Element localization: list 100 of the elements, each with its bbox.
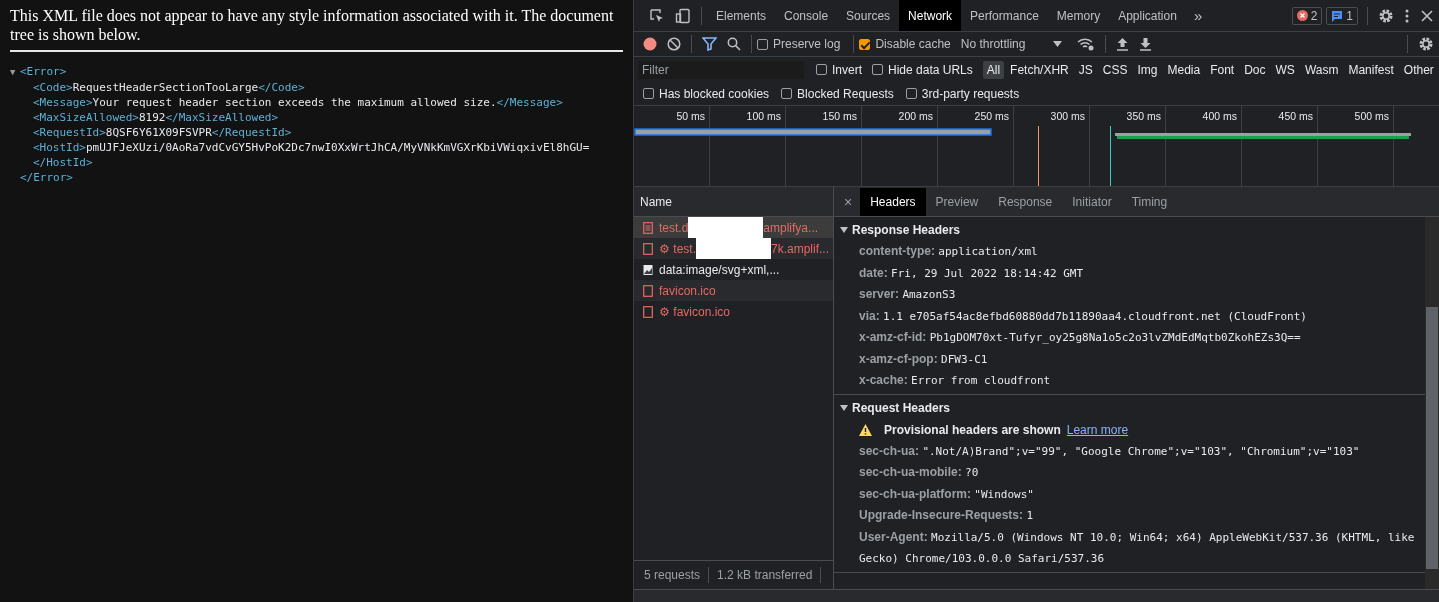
hide-data-urls-checkbox[interactable]: Hide data URLs [872, 62, 973, 77]
section-header[interactable]: Response Headers [834, 219, 1425, 241]
type-filter-button[interactable]: Img [1133, 60, 1162, 79]
xml-element-line: <MaxSizeAllowed>8192</MaxSizeAllowed> [32, 110, 280, 125]
image-icon [643, 263, 653, 276]
preserve-log-checkbox[interactable]: Preserve log [757, 37, 841, 51]
type-filter-button[interactable]: Media [1163, 60, 1205, 79]
request-name: amplifya... [763, 220, 819, 235]
type-filter-button[interactable]: Manifest [1344, 60, 1398, 79]
request-name: 7k.amplif... [771, 241, 830, 256]
request-name: ⚙ favicon.ico [659, 304, 731, 319]
header-row-text: User-Agent: Mozilla/5.0 (Windows NT 10.0; Win64; x64) AppleWebKit/537.36 (KHTML, like Gecko) Chrome/103.0.0.0 Safari/537.36 [858, 528, 1416, 567]
request-name: data:image/svg+xml,... [659, 262, 780, 277]
collapse-toggle[interactable]: ▼ [10, 65, 20, 80]
header-row-text: Upgrade-Insecure-Requests: 1 [858, 507, 1034, 524]
xml-tag: </Error> [20, 171, 73, 184]
inspect-icon[interactable] [649, 7, 665, 24]
detail-tab[interactable]: Preview [925, 187, 989, 216]
type-filter-button[interactable]: Font [1206, 60, 1239, 79]
upload-icon[interactable] [1116, 37, 1130, 51]
type-filter-button[interactable]: WS [1271, 60, 1299, 79]
device-toolbar-icon[interactable] [675, 7, 691, 24]
header-row-text: sec-ch-ua-mobile: ?0 [858, 464, 980, 481]
filter-field[interactable]: Filter [638, 60, 804, 79]
type-filter-button[interactable]: Doc [1240, 60, 1270, 79]
error-icon [1296, 10, 1308, 21]
devtools-tab[interactable]: Elements [707, 0, 776, 31]
transferred-size: 1.2 kB transferred [717, 568, 813, 582]
devtools-tab[interactable]: Performance [961, 0, 1048, 31]
detail-tab[interactable]: Response [988, 187, 1063, 216]
disable-cache-checkbox[interactable]: Disable cache [859, 37, 951, 51]
settings-icon[interactable] [1418, 36, 1434, 52]
type-filter-button[interactable]: Fetch/XHR [1006, 60, 1073, 79]
header-row-text: x-amz-cf-pop: DFW3-C1 [858, 350, 989, 368]
devtools-tab[interactable]: Network [899, 0, 962, 31]
section-title: Response Headers [852, 223, 961, 237]
xml-style-notice: This XML file does not appear to have any style information associated with it. The document tree is shown below. [10, 6, 615, 44]
header-row-text: via: 1.1 e705af54ac8efbd60880dd7b11890aa4.cloudfront.net (CloudFront) [858, 307, 1308, 325]
filter-option-checkbox[interactable]: 3rd-party requests [905, 86, 1020, 101]
request-name: favicon.ico [659, 283, 716, 298]
type-filter-button[interactable]: Wasm [1300, 60, 1343, 79]
request-count: 5 requests [644, 568, 701, 582]
xml-element-line: <Message>Your request header section exceeds the maximum allowed size.</Message> [32, 95, 564, 110]
detail-tab[interactable]: Initiator [1062, 187, 1122, 216]
settings-icon[interactable] [1378, 7, 1394, 24]
xml-element-line: <Code>RequestHeaderSectionTooLarge</Code> [32, 80, 306, 95]
type-filter-button[interactable]: CSS [1098, 60, 1132, 79]
xml-tag: </HostId> [33, 156, 93, 169]
devtools-tab[interactable]: Application [1109, 0, 1186, 31]
warning-icon [859, 423, 872, 436]
xml-tag: <Error> [20, 65, 67, 78]
header-row-text: server: AmazonS3 [858, 286, 957, 303]
file-icon [643, 305, 653, 318]
type-filter-button[interactable]: Other [1399, 60, 1438, 79]
detail-tab[interactable]: Headers [860, 187, 926, 216]
close-icon[interactable] [1420, 8, 1434, 23]
header-row-text: x-amz-cf-id: Pb1gDOM70xt-Tufyr_oy25g8Na1o5c2o3lvZMdEdMqtb0ZkohEZs3Q== [858, 329, 1302, 346]
caret-icon [840, 226, 848, 234]
record-button[interactable] [643, 37, 657, 51]
clear-icon[interactable] [667, 37, 681, 51]
header-row-text: sec-ch-ua-platform: "Windows" [858, 485, 1035, 503]
filter-option-checkbox[interactable]: Blocked Requests [781, 86, 894, 101]
header-row-text: content-type: application/xml [858, 243, 1039, 260]
caret-icon [840, 403, 848, 412]
network-conditions-icon[interactable] [1077, 37, 1096, 51]
detail-tab[interactable]: Timing [1121, 187, 1178, 216]
scrollbar-thumb[interactable] [1426, 307, 1438, 569]
devtools-tab[interactable]: Sources [837, 0, 900, 31]
section-title: Request Headers [852, 400, 951, 415]
devtools-tab[interactable]: Memory [1047, 0, 1110, 31]
header-row-text: date: Fri, 29 Jul 2022 18:14:42 GMT [858, 264, 1085, 282]
xml-element-line: <RequestId>8QSF6Y61X09FSVPR</RequestId> [32, 125, 293, 140]
devtools-tab[interactable]: Console [775, 0, 838, 31]
section-header[interactable]: Request Headers [834, 396, 1425, 419]
filter-icon[interactable] [702, 37, 717, 51]
xml-element-line: <HostId>pmUJFJeXUzi/0AoRa7vdCvGY5HvPoK2Dc7nwI0XxWrtJhCA/MyVNkKmVGXrKbiVWiqxivEl8hGU= [32, 140, 591, 155]
header-row-text: x-cache: Error from cloudfront [858, 372, 1052, 389]
type-filter-button[interactable]: All [982, 60, 1005, 79]
message-icon [1331, 9, 1344, 22]
header-row-text: sec-ch-ua: ".Not/A)Brand";v="99", "Google Chrome";v="103", "Chromium";v="103" [858, 442, 1361, 460]
search-icon[interactable] [727, 37, 741, 51]
caret-icon [1053, 41, 1063, 47]
download-icon[interactable] [1139, 37, 1153, 51]
type-filter-button[interactable]: JS [1074, 60, 1097, 79]
file-icon [643, 242, 653, 255]
request-name: test.d [659, 220, 689, 235]
request-row[interactable]: favicon.ico [634, 280, 833, 301]
more-tabs[interactable]: » [1185, 7, 1211, 24]
throttling-dropdown[interactable]: No throttling [958, 37, 1073, 51]
close-icon[interactable]: × [834, 193, 861, 210]
request-name: ⚙ test. [659, 241, 696, 256]
learn-more-link[interactable]: Learn more [1066, 422, 1129, 437]
name-column-header[interactable]: Name [634, 187, 833, 217]
filter-option-checkbox[interactable]: Has blocked cookies [643, 86, 770, 101]
counter-badge[interactable]: 1 [1326, 6, 1358, 25]
kebab-menu-icon[interactable] [1404, 7, 1410, 24]
invert-checkbox[interactable]: Invert [816, 62, 862, 77]
file-icon [643, 284, 653, 297]
request-row[interactable]: ⚙ test. 7k.amplif... [634, 238, 833, 259]
counter-badge[interactable]: 2 [1291, 6, 1323, 25]
